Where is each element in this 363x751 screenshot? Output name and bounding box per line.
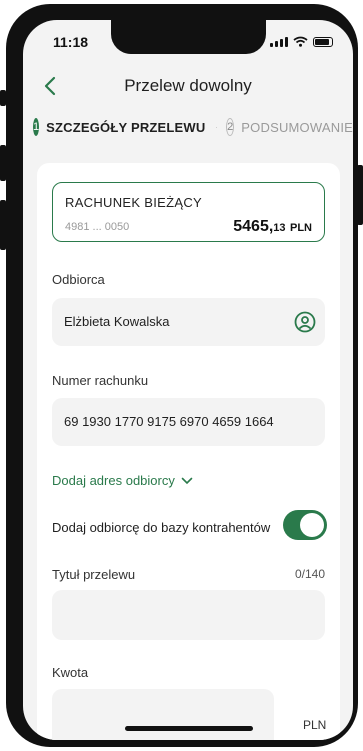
- recipient-label: Odbiorca: [52, 272, 105, 287]
- add-address-link[interactable]: Dodaj adres odbiorcy: [52, 473, 193, 488]
- balance-main: 5465,: [233, 218, 274, 235]
- wifi-icon: [293, 36, 308, 47]
- account-number-value: 69 1930 1770 9175 6970 4659 1664: [64, 414, 274, 429]
- source-account-card[interactable]: RACHUNEK BIEŻĄCY 4981 ... 0050 5465,13 P…: [52, 182, 325, 242]
- app-screen: 11:18 Przelew dowolny 1 SZCZEGÓŁY PRZELE…: [23, 20, 353, 740]
- transfer-title-label: Tytuł przelewu: [52, 567, 136, 582]
- chevron-down-icon: [181, 477, 193, 484]
- step-1-number: 1: [33, 118, 40, 136]
- toggle-knob: [300, 513, 324, 537]
- notch: [111, 20, 266, 54]
- add-address-label: Dodaj adres odbiorcy: [52, 473, 175, 488]
- transfer-title-counter: 0/140: [294, 567, 325, 581]
- recipient-value: Elżbieta Kowalska: [64, 314, 170, 329]
- app-header: Przelew dowolny: [23, 64, 353, 108]
- transfer-title-input[interactable]: [52, 590, 325, 640]
- status-icons: [270, 36, 333, 47]
- phone-frame: 11:18 Przelew dowolny 1 SZCZEGÓŁY PRZELE…: [6, 4, 358, 747]
- amount-input[interactable]: [52, 689, 274, 740]
- account-number-label: Numer rachunku: [52, 373, 149, 388]
- page-title: Przelew dowolny: [124, 76, 252, 95]
- amount-currency: PLN: [303, 718, 327, 732]
- status-time: 11:18: [53, 34, 89, 50]
- signal-icon: [270, 37, 288, 47]
- account-name: RACHUNEK BIEŻĄCY: [65, 195, 202, 210]
- account-number-field[interactable]: 69 1930 1770 9175 6970 4659 1664: [52, 398, 325, 446]
- account-balance: 5465,13 PLN: [233, 218, 312, 236]
- battery-icon: [313, 37, 333, 47]
- home-indicator[interactable]: [125, 726, 253, 731]
- back-chevron-icon[interactable]: [41, 74, 61, 98]
- add-to-contacts-toggle[interactable]: [283, 510, 327, 540]
- step-2-number: 2: [226, 118, 235, 136]
- amount-label: Kwota: [52, 665, 89, 680]
- add-to-contacts-label: Dodaj odbiorcę do bazy kontrahentów: [52, 520, 271, 535]
- recipient-field[interactable]: Elżbieta Kowalska: [52, 298, 325, 346]
- step-indicator: 1 SZCZEGÓŁY PRZELEWU 2 PODSUMOWANIE: [33, 116, 353, 138]
- account-number-masked: 4981 ... 0050: [65, 221, 130, 233]
- person-circle-icon[interactable]: [294, 311, 316, 333]
- balance-decimal: 13: [273, 222, 286, 234]
- balance-currency: PLN: [290, 222, 312, 234]
- step-divider: [215, 126, 217, 128]
- step-2-label: PODSUMOWANIE: [241, 119, 353, 135]
- transfer-form: RACHUNEK BIEŻĄCY 4981 ... 0050 5465,13 P…: [37, 163, 340, 740]
- step-1-label: SZCZEGÓŁY PRZELEWU: [46, 119, 206, 135]
